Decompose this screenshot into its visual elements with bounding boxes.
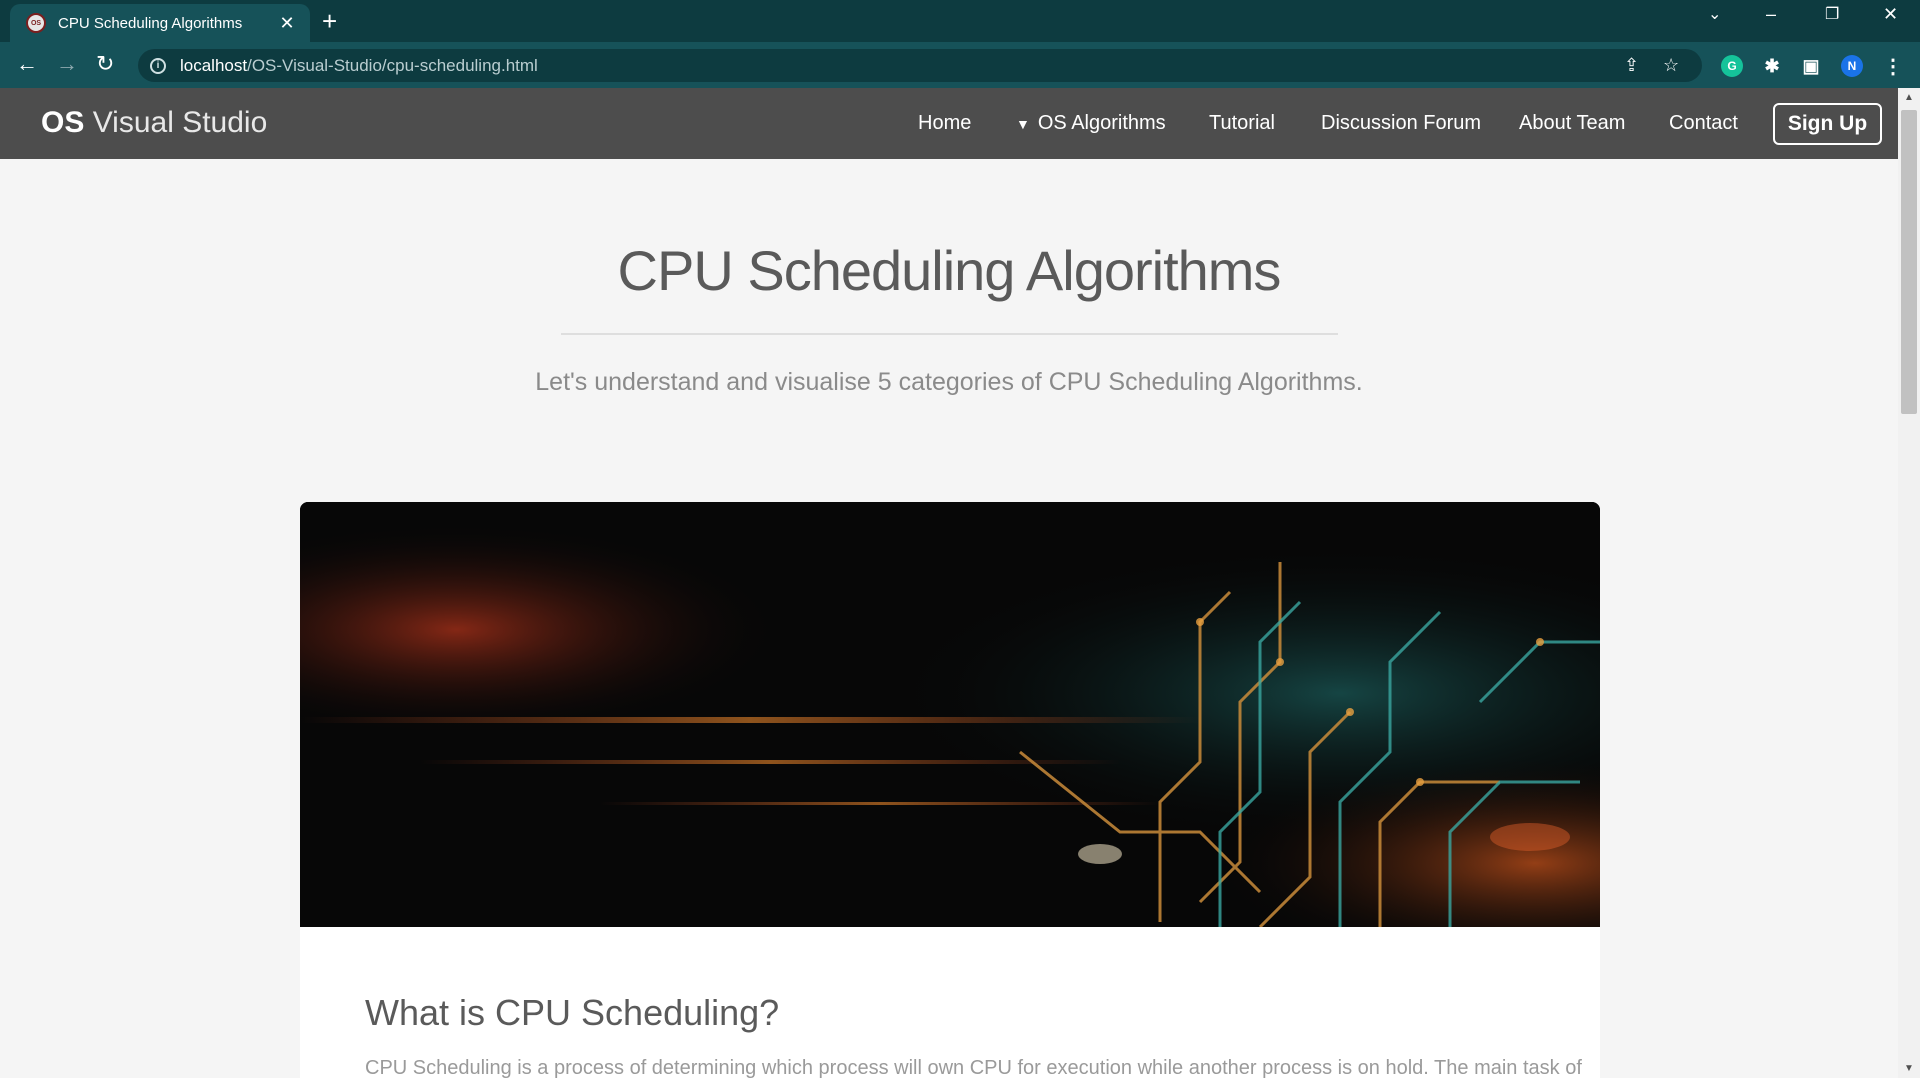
circuit-art — [300, 502, 1600, 927]
grammarly-extension-icon[interactable]: G — [1721, 55, 1743, 77]
scroll-down-arrow-icon[interactable]: ▼ — [1904, 1063, 1914, 1074]
page-scrollbar[interactable]: ▲ ▼ — [1898, 88, 1920, 1078]
sign-up-button[interactable]: Sign Up — [1773, 103, 1882, 145]
page-subtitle: Let's understand and visualise 5 categor… — [535, 368, 1363, 396]
site-navbar: OS Visual Studio Home ▼ OS Algorithms Tut… — [0, 88, 1898, 159]
nav-contact[interactable]: Contact — [1669, 112, 1738, 135]
circuit-board-banner-image — [300, 502, 1600, 927]
browser-tab-strip: OS CPU Scheduling Algorithms ✕ + ⌄ – ❐ ✕ — [0, 0, 1920, 42]
section-paragraph: CPU Scheduling is a process of determini… — [365, 1057, 1582, 1078]
browser-toolbar: ← → ↻ i localhost/OS-Visual-Studio/cpu-s… — [0, 42, 1920, 88]
back-icon[interactable]: ← — [16, 50, 38, 78]
reload-icon[interactable]: ↻ — [96, 50, 114, 78]
address-bar[interactable]: i localhost/OS-Visual-Studio/cpu-schedul… — [138, 49, 1702, 82]
side-panel-icon[interactable]: ▣ — [1800, 55, 1822, 77]
nav-home[interactable]: Home — [918, 112, 971, 135]
window-close-icon[interactable]: ✕ — [1883, 4, 1898, 25]
tab-title: CPU Scheduling Algorithms — [58, 14, 243, 32]
nav-discussion-forum[interactable]: Discussion Forum — [1321, 112, 1481, 135]
minimize-icon[interactable]: – — [1766, 4, 1776, 25]
tab-close-icon[interactable]: ✕ — [276, 13, 298, 34]
browser-menu-icon[interactable]: ⋮ — [1882, 55, 1904, 78]
section-heading: What is CPU Scheduling? — [365, 992, 780, 1033]
page-title: CPU Scheduling Algorithms — [617, 239, 1282, 302]
title-divider — [561, 333, 1338, 335]
forward-icon[interactable]: → — [56, 50, 78, 78]
site-favicon-icon: OS — [26, 13, 46, 33]
extensions-puzzle-icon[interactable]: ✱ — [1761, 55, 1783, 77]
nav-about-team[interactable]: About Team — [1519, 112, 1625, 135]
share-icon[interactable]: ⇪ — [1624, 55, 1639, 76]
new-tab-icon[interactable]: + — [322, 6, 337, 36]
tab-search-chevron-icon[interactable]: ⌄ — [1708, 4, 1721, 24]
browser-tab-active[interactable]: OS CPU Scheduling Algorithms ✕ — [10, 4, 310, 42]
bookmark-star-icon[interactable]: ☆ — [1663, 55, 1679, 76]
site-info-icon[interactable]: i — [150, 57, 166, 74]
scroll-up-arrow-icon[interactable]: ▲ — [1904, 92, 1914, 103]
intro-card: What is CPU Scheduling? CPU Scheduling i… — [300, 502, 1600, 1078]
profile-avatar[interactable]: N — [1841, 55, 1863, 77]
nav-os-algorithms[interactable]: ▼ OS Algorithms — [1016, 112, 1166, 135]
restore-icon[interactable]: ❐ — [1825, 4, 1839, 24]
url-text: localhost/OS-Visual-Studio/cpu-schedulin… — [180, 55, 538, 75]
site-brand-logo[interactable]: OS Visual Studio — [41, 106, 267, 140]
nav-tutorial[interactable]: Tutorial — [1209, 112, 1275, 135]
chevron-down-icon: ▼ — [1016, 116, 1030, 132]
scroll-thumb[interactable] — [1901, 110, 1917, 414]
